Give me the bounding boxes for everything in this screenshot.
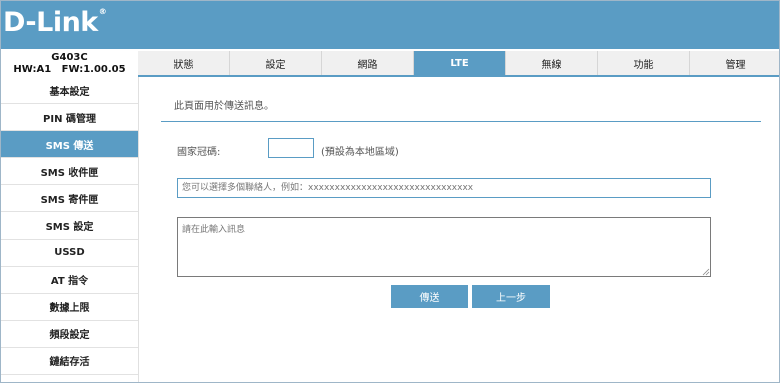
back-button[interactable]: 上一步 — [472, 285, 550, 308]
tab-lte[interactable]: LTE — [414, 51, 506, 75]
top-tab-bar: 狀態 設定 網路 LTE 無線 功能 管理 — [138, 51, 779, 75]
sidebar-item-ussd[interactable]: USSD — [1, 240, 138, 267]
section-divider — [161, 121, 761, 122]
sidebar-item-sms-inbox[interactable]: SMS 收件匣 — [1, 158, 138, 186]
device-version: HW:A1 FW:1.00.05 — [1, 64, 138, 76]
tab-network[interactable]: 網路 — [322, 51, 414, 75]
sidebar-item-band-settings[interactable]: 頻段設定 — [1, 321, 138, 348]
registered-mark: ® — [98, 7, 107, 16]
sidebar-item-sms-outbox[interactable]: SMS 寄件匣 — [1, 185, 138, 213]
page-description: 此頁面用於傳送訊息。 — [174, 101, 274, 112]
firmware-version: FW:1.00.05 — [61, 64, 126, 75]
sidebar-item-keep-alive[interactable]: 鏈結存活 — [1, 348, 138, 376]
tab-underline — [138, 75, 779, 77]
sidebar-item-sms-settings[interactable]: SMS 設定 — [1, 212, 138, 240]
header-bar: D-Link® — [1, 1, 779, 49]
tab-settings[interactable]: 設定 — [230, 51, 322, 75]
resize-grip-icon[interactable] — [702, 268, 710, 276]
sidebar-item-sms-send[interactable]: SMS 傳送 — [1, 131, 138, 159]
tab-management[interactable]: 管理 — [690, 51, 779, 75]
dlink-logo: D-Link® — [3, 7, 107, 38]
tab-features[interactable]: 功能 — [598, 51, 690, 75]
sidebar-item-basic-settings[interactable]: 基本設定 — [1, 77, 138, 105]
recipients-input[interactable] — [177, 178, 711, 198]
device-info: G403C HW:A1 FW:1.00.05 — [1, 49, 138, 77]
sidebar-item-at-command[interactable]: AT 指令 — [1, 267, 138, 294]
country-code-input[interactable] — [268, 138, 314, 158]
message-textarea[interactable] — [177, 217, 711, 277]
sidebar-item-data-limit[interactable]: 數據上限 — [1, 294, 138, 321]
sidebar: 基本設定 PIN 碼管理 SMS 傳送 SMS 收件匣 SMS 寄件匣 SMS … — [1, 77, 139, 382]
hardware-version: HW:A1 — [13, 64, 52, 75]
country-code-label: 國家冠碼: — [177, 147, 221, 158]
tab-wireless[interactable]: 無線 — [506, 51, 598, 75]
send-button[interactable]: 傳送 — [391, 285, 468, 308]
sidebar-item-pin-management[interactable]: PIN 碼管理 — [1, 104, 138, 132]
country-code-note: (預設為本地區域) — [321, 147, 399, 158]
router-admin-window: D-Link® G403C HW:A1 FW:1.00.05 狀態 設定 網路 … — [0, 0, 780, 383]
device-model: G403C — [51, 52, 88, 63]
tab-status[interactable]: 狀態 — [138, 51, 230, 75]
